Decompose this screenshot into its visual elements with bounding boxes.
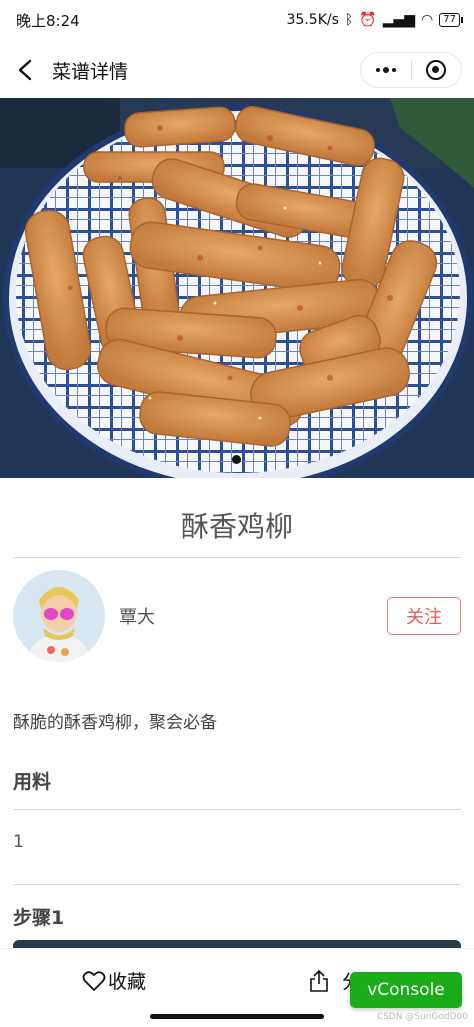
- battery-level: 77: [443, 14, 456, 25]
- network-speed: 35.5K/s: [286, 12, 339, 28]
- status-time: 晚上8:24: [16, 11, 80, 30]
- ingredients-divider: [13, 809, 461, 810]
- alarm-icon: ⏰: [359, 12, 377, 28]
- watermark: CSDN @SunGodD00: [376, 1012, 468, 1022]
- home-indicator: [150, 1014, 324, 1019]
- bluetooth-icon: ᛒ: [344, 12, 354, 28]
- vconsole-button[interactable]: vConsole: [350, 972, 462, 1008]
- title-divider: [13, 557, 461, 558]
- recipe-cover-image[interactable]: [0, 98, 474, 478]
- chicken-strips-photo: [0, 98, 474, 478]
- follow-button[interactable]: 关注: [387, 597, 461, 635]
- page-title: 菜谱详情: [52, 60, 129, 83]
- recipe-description: 酥脆的酥香鸡柳，聚会必备: [13, 713, 217, 733]
- author-row: 覃大 关注: [13, 570, 461, 662]
- target-close-icon[interactable]: [412, 60, 462, 80]
- heart-icon: [82, 970, 106, 991]
- share-icon: [310, 969, 328, 992]
- section-divider: [13, 884, 461, 885]
- favorite-label: 收藏: [108, 971, 147, 993]
- status-bar: 晚上8:24 35.5K/s ᛒ ⏰ ▂▄▆ ◠ 77: [0, 0, 474, 40]
- signal-icon: ▂▄▆: [382, 12, 416, 28]
- chevron-left-icon: [18, 59, 32, 81]
- status-icons: 35.5K/s ᛒ ⏰ ▂▄▆ ◠ 77: [286, 12, 463, 28]
- recipe-title: 酥香鸡柳: [180, 510, 293, 543]
- author-name[interactable]: 覃大: [119, 603, 387, 629]
- battery-icon: 77: [439, 13, 463, 27]
- step-heading: 步骤1: [13, 907, 65, 929]
- miniprogram-capsule: [360, 52, 462, 88]
- back-button[interactable]: [10, 50, 40, 90]
- avatar[interactable]: [13, 570, 105, 662]
- ingredient-item: 1: [13, 832, 24, 852]
- wifi-icon: ◠: [421, 12, 434, 28]
- carousel-indicator: [232, 455, 241, 464]
- favorite-button[interactable]: 收藏: [82, 967, 146, 994]
- more-dots-icon[interactable]: [361, 67, 411, 73]
- nav-bar: 菜谱详情: [0, 44, 474, 96]
- ingredients-heading: 用料: [13, 771, 52, 793]
